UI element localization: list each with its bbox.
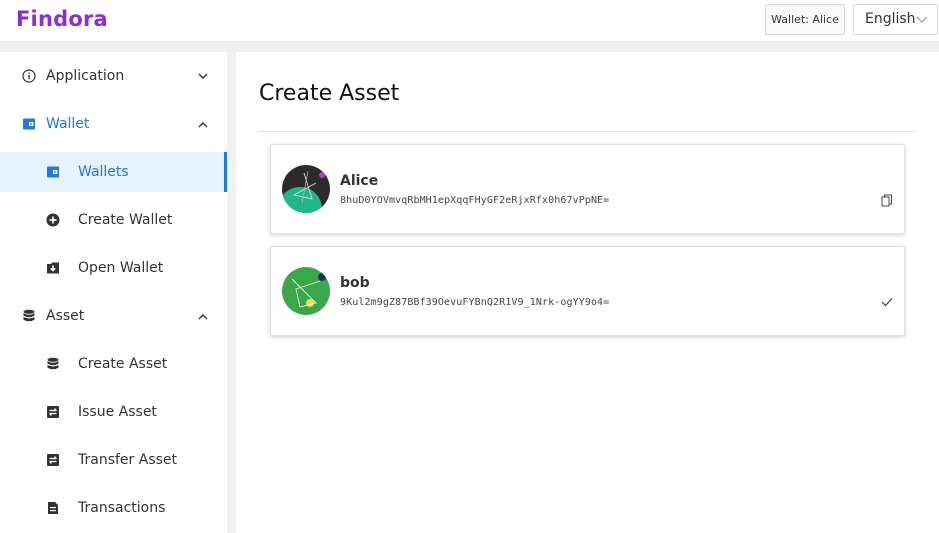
main-content: Create Asset Alice 8huD0YOVmvqRbMH1epXqq…: [236, 52, 939, 533]
wallet-name: Alice: [340, 173, 379, 189]
findora-logo[interactable]: Findora: [16, 7, 108, 31]
sidebar-item-label: Wallets: [78, 164, 129, 180]
top-header: Findora Wallet: Alice English: [0, 0, 939, 41]
chevron-down-icon: [197, 70, 209, 82]
sidebar-item-label: Create Asset: [78, 356, 168, 372]
wallet-address: 9Kul2m9gZ87BBf39OevuFYBnQ2R1V9_1Nrk-ogYY…: [340, 297, 610, 308]
sidebar-item-label: Asset: [46, 308, 85, 324]
sidebar-item-asset[interactable]: Asset: [0, 296, 227, 336]
sidebar-item-wallets[interactable]: Wallets: [0, 152, 227, 192]
sidebar-item-label: Application: [46, 68, 125, 84]
chevron-up-icon: [197, 118, 209, 130]
info-icon: [21, 68, 37, 84]
plus-circle-icon: [45, 212, 61, 228]
title-divider: [258, 131, 917, 132]
sidebar-item-create-asset[interactable]: Create Asset: [0, 344, 227, 384]
sidebar-menu: Application Wallet Wallets Create Wallet…: [0, 52, 227, 533]
copy-icon[interactable]: [880, 193, 894, 207]
download-icon: [45, 260, 61, 276]
wallet-icon: [45, 164, 61, 180]
page-title: Create Asset: [259, 81, 400, 106]
database-icon: [21, 308, 37, 324]
sidebar-item-label: Issue Asset: [78, 404, 157, 420]
sidebar-item-wallet[interactable]: Wallet: [0, 104, 227, 144]
sidebar-item-label: Create Wallet: [78, 212, 173, 228]
sidebar-item-label: Transfer Asset: [78, 452, 178, 468]
sidebar-item-label: Transactions: [78, 500, 166, 516]
chevron-up-icon: [197, 310, 209, 322]
wallet-card-alice[interactable]: Alice 8huD0YOVmvqRbMH1epXqqFHyGF2eRjxRfx…: [270, 144, 905, 234]
wallet-card-bob[interactable]: bob 9Kul2m9gZ87BBf39OevuFYBnQ2R1V9_1Nrk-…: [270, 246, 905, 336]
document-icon: [45, 500, 61, 516]
sidebar-item-open-wallet[interactable]: Open Wallet: [0, 248, 227, 288]
wallet-address: 8huD0YOVmvqRbMH1epXqqFHyGF2eRjxRfx0h67vP…: [340, 195, 610, 206]
language-value: English: [865, 11, 916, 27]
sidebar-item-label: Open Wallet: [78, 260, 164, 276]
current-wallet-button[interactable]: Wallet: Alice: [765, 4, 845, 35]
wallet-icon: [21, 116, 37, 132]
swap-icon: [45, 404, 61, 420]
sidebar-item-create-wallet[interactable]: Create Wallet: [0, 200, 227, 240]
language-select[interactable]: English: [853, 4, 938, 35]
wallet-name: bob: [340, 275, 370, 291]
avatar: [282, 267, 330, 315]
sidebar-item-transfer-asset[interactable]: Transfer Asset: [0, 440, 227, 480]
avatar: [282, 165, 330, 213]
database-icon: [45, 356, 61, 372]
sidebar-item-application[interactable]: Application: [0, 56, 227, 96]
check-icon[interactable]: [880, 295, 894, 309]
swap-icon: [45, 452, 61, 468]
sidebar-item-transactions[interactable]: Transactions: [0, 488, 227, 528]
sidebar-item-issue-asset[interactable]: Issue Asset: [0, 392, 227, 432]
chevron-down-icon: [916, 5, 928, 34]
sidebar-item-label: Wallet: [46, 116, 90, 132]
